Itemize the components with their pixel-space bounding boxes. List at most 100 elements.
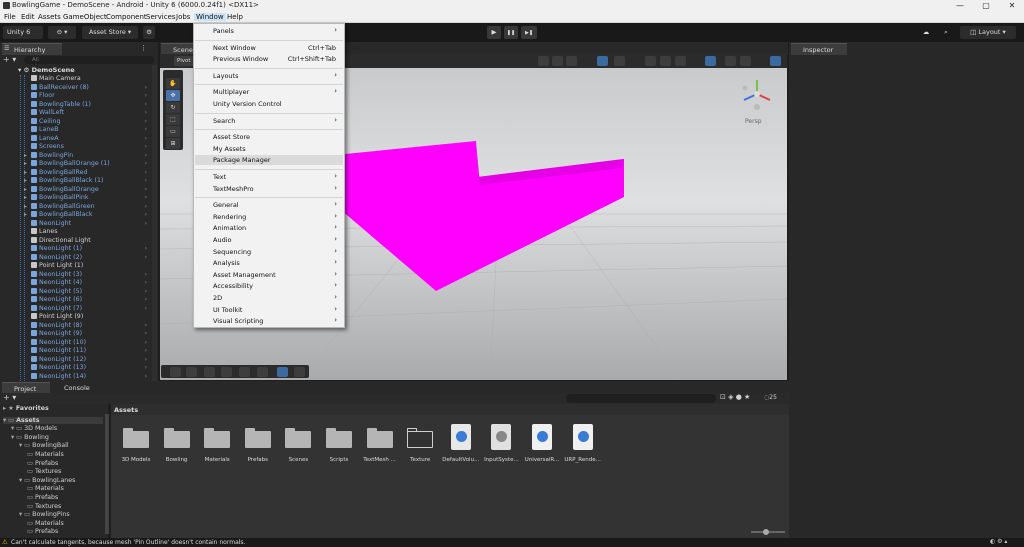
prefab-open-chevron-icon[interactable]: › bbox=[145, 109, 147, 118]
overlay-tool-5[interactable] bbox=[239, 367, 250, 377]
prefab-open-chevron-icon[interactable]: › bbox=[145, 177, 147, 186]
shading-lit-button[interactable] bbox=[597, 56, 608, 66]
rotate-tool-icon[interactable]: ↻ bbox=[166, 102, 180, 113]
project-tree-item[interactable]: ▾ ▭ BowlingLanes bbox=[19, 477, 75, 484]
magenta-mesh[interactable] bbox=[334, 141, 624, 291]
add-object-button[interactable]: + ▾ bbox=[3, 55, 16, 64]
expand-triangle-icon[interactable]: ▸ bbox=[24, 186, 27, 195]
hand-tool-icon[interactable]: ✋ bbox=[166, 78, 180, 89]
project-tree-item[interactable]: ▭ Materials bbox=[27, 485, 64, 492]
prefab-open-chevron-icon[interactable]: › bbox=[145, 339, 147, 348]
prefab-open-chevron-icon[interactable]: › bbox=[145, 135, 147, 144]
project-tree-item[interactable]: ▭ Textures bbox=[27, 503, 61, 510]
hierarchy-item[interactable]: ▸ BowlingBallOrange › bbox=[24, 185, 151, 195]
prefab-open-chevron-icon[interactable]: › bbox=[145, 271, 147, 280]
shading-shaded-button[interactable] bbox=[552, 56, 563, 66]
expand-triangle-icon[interactable]: ▸ bbox=[24, 152, 27, 161]
window-menu-item[interactable]: Sequencing bbox=[213, 248, 251, 256]
window-menu-item[interactable]: Search bbox=[213, 117, 235, 125]
play-button[interactable]: ▶ bbox=[487, 26, 501, 39]
tab-inspector[interactable]: Inspector bbox=[791, 43, 847, 55]
prefab-open-chevron-icon[interactable]: › bbox=[145, 296, 147, 305]
window-menu-item[interactable]: Asset Store bbox=[213, 133, 250, 141]
window-menu-item[interactable]: Previous Window bbox=[213, 55, 268, 63]
expand-triangle-icon[interactable]: ▸ bbox=[24, 211, 27, 220]
audio-toggle[interactable] bbox=[660, 56, 671, 66]
cloud-icon[interactable]: ☁ bbox=[920, 26, 932, 39]
menu-component[interactable]: Component bbox=[106, 13, 147, 21]
hierarchy-search-input[interactable]: All bbox=[24, 56, 154, 64]
window-menu-item[interactable]: My Assets bbox=[213, 145, 246, 153]
prefab-open-chevron-icon[interactable]: › bbox=[145, 356, 147, 365]
window-menu-item[interactable]: Next Window bbox=[213, 44, 256, 52]
project-tree-item[interactable]: ▾ ▭ Bowling bbox=[11, 434, 49, 441]
hierarchy-item[interactable]: NeonLight (12) › bbox=[31, 355, 151, 365]
window-menu-item[interactable]: 2D bbox=[213, 294, 222, 302]
scene-root[interactable]: ▾ ⚙ DemoScene bbox=[18, 66, 75, 74]
hierarchy-item[interactable]: ▸ BowlingBallPink › bbox=[24, 194, 151, 203]
status-message[interactable]: Can't calculate tangents, because mesh '… bbox=[11, 539, 245, 546]
project-tree-item[interactable]: ▭ Prefabs bbox=[27, 460, 58, 467]
window-menu-item[interactable]: Layouts bbox=[213, 72, 238, 80]
window-menu-item[interactable]: Multiplayer bbox=[213, 88, 249, 96]
prefab-open-chevron-icon[interactable]: › bbox=[145, 279, 147, 288]
hierarchy-item[interactable]: NeonLight (2) › bbox=[31, 253, 151, 263]
minimize-button[interactable]: — bbox=[948, 0, 972, 12]
hierarchy-item[interactable]: NeonLight › bbox=[31, 219, 151, 229]
hierarchy-item[interactable]: Lanes bbox=[31, 228, 151, 237]
hierarchy-item[interactable]: NeonLight (13) › bbox=[31, 364, 151, 373]
window-menu-item[interactable]: Panels bbox=[213, 27, 234, 35]
visibility-toggle[interactable] bbox=[705, 56, 716, 66]
asset-folder-icon[interactable] bbox=[123, 428, 149, 448]
overlay-tool-2[interactable] bbox=[186, 367, 197, 377]
overlay-tool-6[interactable] bbox=[257, 367, 268, 377]
project-tree-item[interactable]: ▾ ▭ 3D Models bbox=[11, 425, 57, 432]
window-menu-item[interactable]: Analysis bbox=[213, 259, 240, 267]
hierarchy-item[interactable]: NeonLight (9) › bbox=[31, 330, 151, 339]
project-tree-item[interactable]: ▭ Materials bbox=[27, 520, 64, 527]
prefab-open-chevron-icon[interactable]: › bbox=[145, 364, 147, 373]
persp-label[interactable]: Persp bbox=[745, 118, 762, 125]
prefab-open-chevron-icon[interactable]: › bbox=[145, 254, 147, 263]
menu-assets[interactable]: Assets bbox=[38, 13, 61, 21]
menu-help[interactable]: Help bbox=[227, 13, 243, 21]
prefab-open-chevron-icon[interactable]: › bbox=[145, 322, 147, 331]
prefab-open-chevron-icon[interactable]: › bbox=[145, 152, 147, 161]
overlay-tool-7[interactable] bbox=[277, 367, 288, 377]
hierarchy-item[interactable]: NeonLight (5) › bbox=[31, 287, 151, 297]
prefab-open-chevron-icon[interactable]: › bbox=[145, 245, 147, 254]
prefab-open-chevron-icon[interactable]: › bbox=[145, 194, 147, 203]
hierarchy-item[interactable]: Directional Light bbox=[31, 236, 151, 246]
hierarchy-item[interactable]: Screens › bbox=[31, 143, 151, 152]
hierarchy-item[interactable]: Point Light (1) bbox=[31, 262, 151, 271]
prefab-open-chevron-icon[interactable]: › bbox=[145, 305, 147, 314]
hierarchy-item[interactable]: NeonLight (8) › bbox=[31, 321, 151, 331]
window-menu-item[interactable]: Animation bbox=[213, 224, 246, 232]
tab-hierarchy[interactable]: Hierarchy bbox=[2, 43, 62, 55]
prefab-open-chevron-icon[interactable]: › bbox=[145, 92, 147, 101]
hierarchy-menu-icon[interactable]: ⋮ bbox=[140, 44, 147, 52]
hierarchy-item[interactable]: Ceiling › bbox=[31, 117, 151, 127]
window-menu-item[interactable]: Unity Version Control bbox=[213, 100, 282, 108]
scale-tool-icon[interactable]: ⬚ bbox=[166, 114, 180, 125]
lighting-toggle[interactable] bbox=[645, 56, 656, 66]
prefab-open-chevron-icon[interactable]: › bbox=[145, 84, 147, 93]
collab-button[interactable]: ⊖ ▾ bbox=[48, 26, 76, 39]
overlay-tool-1[interactable] bbox=[170, 367, 181, 377]
asset-input-icon[interactable] bbox=[488, 424, 514, 450]
prefab-open-chevron-icon[interactable]: › bbox=[145, 330, 147, 339]
asset-volume-icon[interactable] bbox=[448, 424, 474, 450]
expand-triangle-icon[interactable]: ▸ bbox=[24, 177, 27, 186]
hierarchy-item[interactable]: Main Camera bbox=[31, 75, 151, 84]
icon-size-slider-handle[interactable] bbox=[763, 529, 769, 535]
prefab-open-chevron-icon[interactable]: › bbox=[145, 211, 147, 220]
status-icons[interactable]: ◐ ⚙ ▴ bbox=[990, 538, 1007, 545]
hierarchy-item[interactable]: ▸ BowlingBallBlack (1) › bbox=[24, 177, 151, 186]
account-button[interactable]: Unity 6 bbox=[3, 26, 43, 39]
overlay-tool-4[interactable] bbox=[221, 367, 232, 377]
search-icon[interactable]: ⌕ bbox=[940, 26, 952, 39]
gizmos-dropdown[interactable] bbox=[770, 56, 781, 66]
hierarchy-scrollbar[interactable] bbox=[152, 65, 157, 381]
project-tree-item[interactable]: ▭ Materials bbox=[27, 451, 64, 458]
hierarchy-item[interactable]: WallLeft › bbox=[31, 109, 151, 118]
